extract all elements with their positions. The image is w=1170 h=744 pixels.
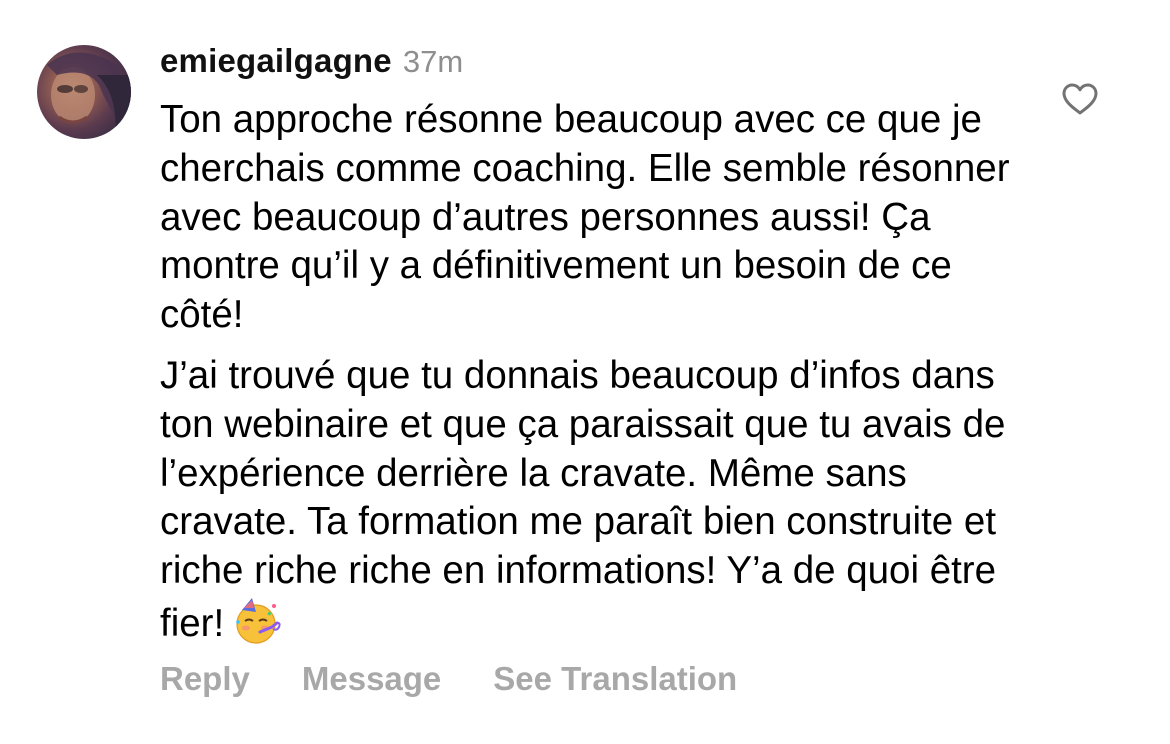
username[interactable]: emiegailgagne <box>160 42 392 80</box>
avatar[interactable] <box>37 45 131 139</box>
comment-paragraph: Ton approche résonne beaucoup avec ce qu… <box>160 98 1010 337</box>
timestamp: 37m <box>402 44 464 79</box>
comment-paragraph: J’ai trouvé que tu donnais beaucoup d’in… <box>160 353 1006 645</box>
like-button[interactable] <box>1061 82 1099 116</box>
reply-button[interactable]: Reply <box>160 660 250 698</box>
comment-text: Ton approche résonne beaucoup avec ce qu… <box>160 96 1030 649</box>
comment-item: emiegailgagne 37m Ton approche résonne b… <box>0 0 1170 744</box>
heart-outline-icon <box>1062 83 1098 115</box>
comment-header: emiegailgagne 37m <box>160 42 463 86</box>
partying-face-emoji <box>232 596 282 646</box>
see-translation-button[interactable]: See Translation <box>493 660 737 698</box>
message-button[interactable]: Message <box>302 660 441 698</box>
comment-actions: Reply Message See Translation <box>160 660 737 698</box>
avatar-photo <box>47 52 131 139</box>
comment-paragraph-with-emoji: J’ai trouvé que tu donnais beaucoup d’in… <box>160 352 1030 649</box>
